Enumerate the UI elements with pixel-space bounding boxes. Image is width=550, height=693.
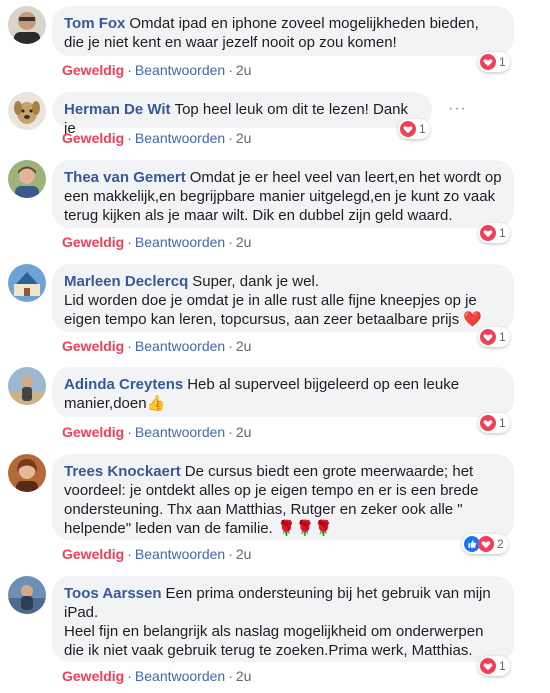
separator: · [228, 130, 233, 146]
separator: · [127, 130, 132, 146]
heart-reaction-icon [478, 536, 494, 552]
reaction-count: 1 [499, 416, 506, 430]
comment-timestamp[interactable]: 2u [236, 546, 252, 562]
comment-actions: Geweldig · Beantwoorden · 2u [62, 130, 251, 146]
comment-bubble: Toos Aarssen Een prima ondersteuning bij … [52, 576, 514, 662]
comment-actions: Geweldig · Beantwoorden · 2u [62, 668, 251, 684]
separator: · [228, 62, 233, 78]
reaction-summary[interactable]: 1 [398, 119, 430, 139]
reply-button[interactable]: Beantwoorden [135, 234, 225, 250]
reaction-summary[interactable]: 2 [462, 534, 508, 554]
comment-author[interactable]: Tom Fox [64, 15, 125, 32]
separator: · [127, 338, 132, 354]
comment-author[interactable]: Thea van Gemert [64, 169, 186, 186]
reaction-summary[interactable]: 1 [478, 52, 510, 72]
more-options-icon[interactable]: ··· [448, 100, 467, 118]
like-button[interactable]: Geweldig [62, 234, 124, 250]
like-button[interactable]: Geweldig [62, 338, 124, 354]
reaction-summary[interactable]: 1 [478, 223, 510, 243]
separator: · [127, 62, 132, 78]
comment-author[interactable]: Herman De Wit [64, 101, 171, 118]
reaction-summary[interactable]: 1 [478, 413, 510, 433]
comment-text: Omdat ipad en iphone zoveel mogelijkhede… [64, 15, 483, 51]
heart-reaction-icon [480, 415, 496, 431]
reply-button[interactable]: Beantwoorden [135, 424, 225, 440]
comment-timestamp[interactable]: 2u [236, 424, 252, 440]
heart-reaction-icon [480, 54, 496, 70]
heart-reaction-icon [480, 225, 496, 241]
comment-actions: Geweldig · Beantwoorden · 2u [62, 234, 251, 250]
reaction-count: 1 [499, 226, 506, 240]
comment-author[interactable]: Trees Knockaert [64, 463, 181, 480]
comment-author[interactable]: Adinda Creytens [64, 376, 183, 393]
like-button[interactable]: Geweldig [62, 130, 124, 146]
comment-bubble: Thea van Gemert Omdat je er heel veel van… [52, 160, 514, 228]
comment-timestamp[interactable]: 2u [236, 234, 252, 250]
separator: · [127, 234, 132, 250]
reaction-count: 1 [419, 122, 426, 136]
separator: · [127, 668, 132, 684]
comment-timestamp[interactable]: 2u [236, 338, 252, 354]
comment-actions: Geweldig · Beantwoorden · 2u [62, 62, 251, 78]
avatar[interactable] [8, 576, 46, 614]
avatar[interactable] [8, 92, 46, 130]
separator: · [228, 546, 233, 562]
comment-bubble: Marleen Declercq Super, dank je wel. Lid … [52, 264, 514, 332]
reply-button[interactable]: Beantwoorden [135, 338, 225, 354]
comment-actions: Geweldig · Beantwoorden · 2u [62, 546, 251, 562]
reaction-summary[interactable]: 1 [478, 656, 510, 676]
like-button[interactable]: Geweldig [62, 62, 124, 78]
reply-button[interactable]: Beantwoorden [135, 62, 225, 78]
avatar[interactable] [8, 264, 46, 302]
reply-button[interactable]: Beantwoorden [135, 130, 225, 146]
reply-button[interactable]: Beantwoorden [135, 546, 225, 562]
comment-bubble: Trees Knockaert De cursus biedt een grote… [52, 454, 514, 540]
reaction-count: 2 [497, 537, 504, 551]
reaction-summary[interactable]: 1 [478, 327, 510, 347]
separator: · [228, 234, 233, 250]
heart-reaction-icon [400, 121, 416, 137]
comment-actions: Geweldig · Beantwoorden · 2u [62, 424, 251, 440]
comment-bubble: Adinda Creytens Heb al superveel bijgelee… [52, 367, 514, 417]
avatar[interactable] [8, 6, 46, 44]
separator: · [228, 668, 233, 684]
separator: · [127, 546, 132, 562]
avatar[interactable] [8, 367, 46, 405]
separator: · [228, 424, 233, 440]
comment-bubble: Herman De Wit Top heel leuk om dit te lez… [52, 92, 432, 137]
reaction-count: 1 [499, 55, 506, 69]
reaction-count: 1 [499, 330, 506, 344]
like-button[interactable]: Geweldig [62, 546, 124, 562]
comment-author[interactable]: Toos Aarssen [64, 585, 162, 602]
avatar[interactable] [8, 160, 46, 198]
comment-timestamp[interactable]: 2u [236, 130, 252, 146]
heart-reaction-icon [480, 329, 496, 345]
comment-timestamp[interactable]: 2u [236, 62, 252, 78]
reaction-count: 1 [499, 659, 506, 673]
comment-timestamp[interactable]: 2u [236, 668, 252, 684]
comment-bubble: Tom Fox Omdat ipad en iphone zoveel mogel… [52, 6, 514, 56]
comment-author[interactable]: Marleen Declercq [64, 273, 188, 290]
heart-reaction-icon [480, 658, 496, 674]
avatar[interactable] [8, 454, 46, 492]
reply-button[interactable]: Beantwoorden [135, 668, 225, 684]
like-button[interactable]: Geweldig [62, 668, 124, 684]
comment-actions: Geweldig · Beantwoorden · 2u [62, 338, 251, 354]
separator: · [127, 424, 132, 440]
separator: · [228, 338, 233, 354]
like-button[interactable]: Geweldig [62, 424, 124, 440]
